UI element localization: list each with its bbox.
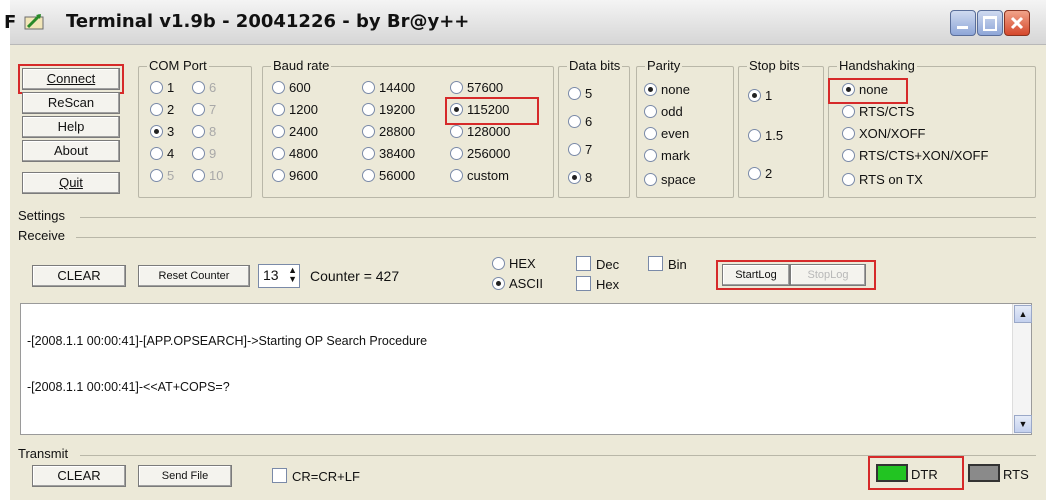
log-line: -[2008.1.1 00:00:41]-[APP.OPSEARCH]->Sta… <box>27 334 428 348</box>
parity-option[interactable]: even <box>644 126 689 141</box>
counter-value: 13 <box>263 267 279 283</box>
log-line: -[2008.1.1 00:00:41]-<<AT+COPS=? <box>27 380 230 394</box>
minimize-button[interactable] <box>950 10 976 36</box>
dtr-led-icon <box>876 464 908 482</box>
com-port-option: 10 <box>192 168 223 183</box>
log-scrollbar[interactable]: ▲ ▼ <box>1012 304 1032 434</box>
stop-bits-legend: Stop bits <box>747 58 802 73</box>
transmit-clear-button[interactable]: CLEAR <box>32 465 126 487</box>
stop-bits-option[interactable]: 1.5 <box>748 128 783 143</box>
data-bits-option[interactable]: 5 <box>568 86 592 101</box>
baud-option[interactable]: 56000 <box>362 168 415 183</box>
stop-log-button: StopLog <box>790 264 866 286</box>
parity-legend: Parity <box>645 58 683 73</box>
com-port-option: 5 <box>150 168 174 183</box>
handshaking-option[interactable]: RTS/CTS+XON/XOFF <box>842 148 988 163</box>
baud-option[interactable]: 57600 <box>450 80 503 95</box>
connect-highlight <box>18 64 124 94</box>
baud-rate-legend: Baud rate <box>271 58 332 73</box>
baud-option[interactable]: 128000 <box>450 124 510 139</box>
handshaking-legend: Handshaking <box>837 58 917 73</box>
quit-button[interactable]: Quit <box>22 172 120 194</box>
settings-divider <box>80 217 1036 218</box>
baud-option[interactable]: 2400 <box>272 124 318 139</box>
receive-label: Receive <box>18 228 65 243</box>
data-bits-legend: Data bits <box>567 58 623 73</box>
com-port-option[interactable]: 4 <box>150 146 174 161</box>
settings-label: Settings <box>18 208 65 223</box>
app-icon <box>24 13 44 30</box>
start-log-button[interactable]: StartLog <box>722 264 790 286</box>
baud-option[interactable]: 19200 <box>362 102 415 117</box>
scroll-down-icon[interactable]: ▼ <box>1014 415 1032 433</box>
rts-indicator[interactable]: RTS <box>968 464 1029 482</box>
send-file-button[interactable]: Send File <box>138 465 232 487</box>
com-port-option[interactable]: 2 <box>150 102 174 117</box>
com-port-option[interactable]: 1 <box>150 80 174 95</box>
baud-option[interactable]: 38400 <box>362 146 415 161</box>
terminal-window: F Terminal v1.9b - 20041226 - by Br@y++ … <box>4 0 1046 500</box>
dtr-indicator[interactable]: DTR <box>876 464 938 482</box>
baud-option[interactable]: 28800 <box>362 124 415 139</box>
about-button[interactable]: About <box>22 140 120 162</box>
close-icon <box>1010 16 1024 30</box>
stop-bits-option[interactable]: 2 <box>748 166 772 181</box>
rts-led-icon <box>968 464 1000 482</box>
close-button[interactable] <box>1004 10 1030 36</box>
com-port-option: 6 <box>192 80 216 95</box>
data-bits-option[interactable]: 8 <box>568 170 592 185</box>
handshaking-option[interactable]: RTS on TX <box>842 172 923 187</box>
rescan-button[interactable]: ReScan <box>22 92 120 114</box>
baud-option[interactable]: 1200 <box>272 102 318 117</box>
counter-text: Counter = 427 <box>310 268 400 284</box>
bin-checkbox[interactable]: Bin <box>648 256 687 272</box>
com-port-option: 7 <box>192 102 216 117</box>
maximize-button[interactable] <box>977 10 1003 36</box>
handshaking-highlight <box>828 78 908 104</box>
title-prefix: F <box>4 12 17 33</box>
baud-option[interactable]: custom <box>450 168 509 183</box>
title-bar[interactable]: F Terminal v1.9b - 20041226 - by Br@y++ <box>4 0 1046 45</box>
baud-option[interactable]: 600 <box>272 80 311 95</box>
com-port-option: 9 <box>192 146 216 161</box>
receive-divider <box>76 237 1036 238</box>
ascii-radio[interactable]: ASCII <box>492 276 543 291</box>
data-bits-option[interactable]: 7 <box>568 142 592 157</box>
spin-arrows-icon[interactable]: ▲ ▼ <box>288 266 297 284</box>
com-port-legend: COM Port <box>147 58 209 73</box>
baud-option[interactable]: 14400 <box>362 80 415 95</box>
baud-highlight <box>445 97 539 125</box>
scroll-up-icon[interactable]: ▲ <box>1014 305 1032 323</box>
counter-spinner[interactable]: 13 ▲ ▼ <box>258 264 300 288</box>
parity-option[interactable]: odd <box>644 104 683 119</box>
baud-option[interactable]: 4800 <box>272 146 318 161</box>
help-button[interactable]: Help <box>22 116 120 138</box>
handshaking-option[interactable]: RTS/CTS <box>842 104 914 119</box>
stop-bits-option[interactable]: 1 <box>748 88 772 103</box>
parity-option[interactable]: mark <box>644 148 690 163</box>
hex-checkbox[interactable]: Hex <box>576 276 619 292</box>
hex-radio[interactable]: HEX <box>492 256 536 271</box>
com-port-option[interactable]: 3 <box>150 124 174 139</box>
parity-option[interactable]: space <box>644 172 696 187</box>
reset-counter-button[interactable]: Reset Counter <box>138 265 250 287</box>
baud-option[interactable]: 256000 <box>450 146 510 161</box>
handshaking-option[interactable]: XON/XOFF <box>842 126 925 141</box>
baud-option[interactable]: 9600 <box>272 168 318 183</box>
receive-clear-button[interactable]: CLEAR <box>32 265 126 287</box>
parity-option[interactable]: none <box>644 82 690 97</box>
crlf-checkbox[interactable]: CR=CR+LF <box>272 468 360 484</box>
transmit-label: Transmit <box>18 446 69 461</box>
window-title: Terminal v1.9b - 20041226 - by Br@y++ <box>66 11 470 32</box>
data-bits-option[interactable]: 6 <box>568 114 592 129</box>
receive-log[interactable]: -[2008.1.1 00:00:41]-[APP.OPSEARCH]->Sta… <box>20 303 1032 435</box>
dec-checkbox[interactable]: Dec <box>576 256 619 272</box>
com-port-option: 8 <box>192 124 216 139</box>
